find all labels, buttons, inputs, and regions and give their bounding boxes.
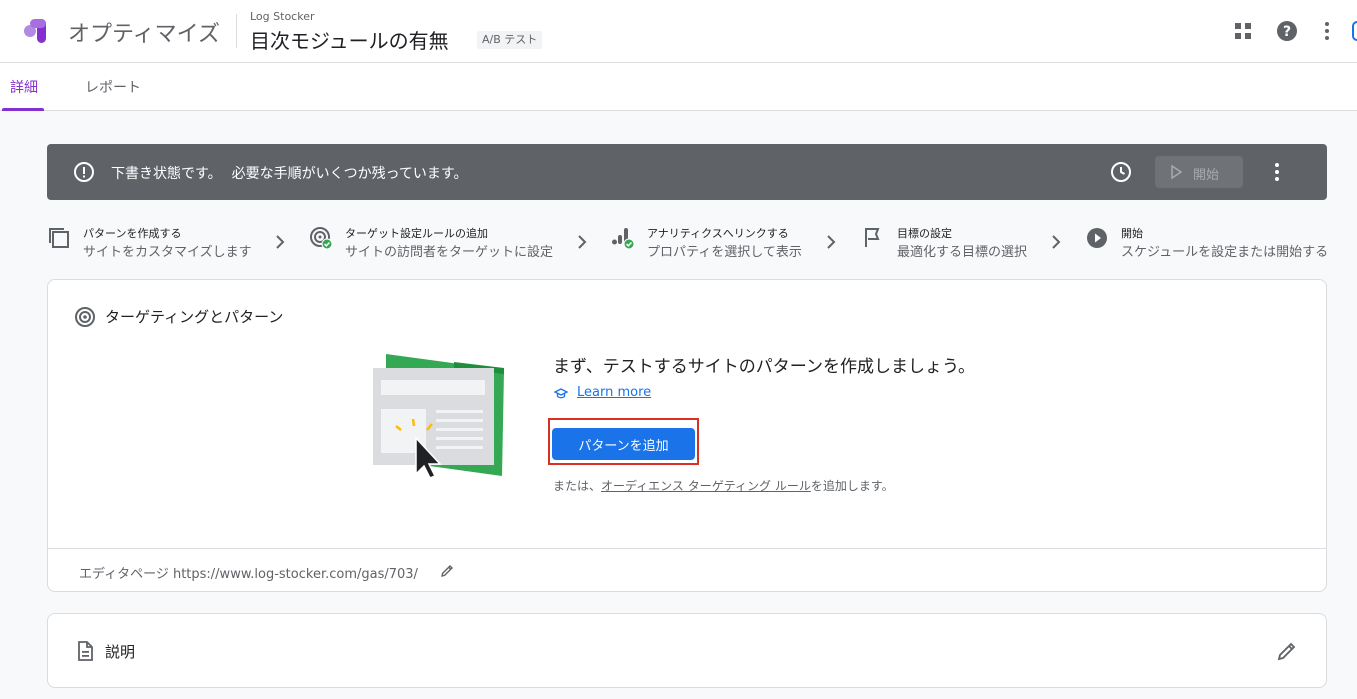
app-header: オプティマイズ Log Stocker 目次モジュールの有無 A/B テスト ?: [0, 0, 1357, 63]
account-avatar[interactable]: [1352, 21, 1357, 41]
description-card: 説明: [47, 613, 1327, 688]
more-vert-icon[interactable]: [1316, 20, 1338, 42]
container-name: Log Stocker: [250, 10, 315, 23]
optimize-logo-icon[interactable]: [20, 15, 52, 47]
banner-text: 下書き状態です。 必要な手順がいくつか残っています。: [111, 163, 468, 183]
tab-details[interactable]: 詳細: [10, 77, 38, 97]
target-icon: [75, 307, 95, 327]
step-title: ターゲット設定ルールの追加: [345, 227, 488, 240]
apps-grid-icon[interactable]: [1232, 20, 1254, 42]
targeting-variants-card: ターゲティングとパターン まず、テストするサイトのパターンを作成しましょう。 L…: [47, 279, 1327, 592]
step-desc: プロパティを選択して表示: [647, 245, 802, 260]
add-targeting-rule-hint: または、オーディエンス ターゲティング ルールを追加します。: [553, 477, 894, 494]
target-check-icon: [310, 227, 333, 250]
step-desc: サイトの訪問者をターゲットに設定: [345, 245, 554, 260]
create-variant-heading: まず、テストするサイトのパターンを作成しましょう。: [553, 357, 975, 377]
banner-message: 必要な手順がいくつか残っています。: [231, 166, 468, 182]
pencil-icon[interactable]: [1276, 640, 1298, 662]
flag-icon: [865, 228, 880, 247]
audience-targeting-rule-link[interactable]: オーディエンス ターゲティング ルール: [601, 479, 811, 493]
analytics-check-icon: [612, 228, 635, 250]
editor-page-url: エディタページ https://www.log-stocker.com/gas/…: [79, 567, 418, 582]
product-name[interactable]: オプティマイズ: [68, 16, 220, 48]
step-desc: サイトをカスタマイズします: [83, 245, 252, 260]
alt-suffix: を追加します。: [810, 479, 894, 493]
alert-circle-icon: [74, 162, 94, 182]
chevron-right-icon: [276, 235, 285, 249]
learn-more-link[interactable]: Learn more: [577, 385, 651, 400]
setup-stepper: パターンを作成する サイトをカスタマイズします ターゲット設定ルールの追加 サイ…: [47, 220, 1337, 264]
chevron-right-icon: [1052, 235, 1061, 249]
tab-bar: 詳細 レポート: [0, 63, 1357, 111]
document-icon: [78, 641, 93, 661]
add-variant-button[interactable]: パターンを追加: [552, 428, 695, 460]
step-title: パターンを作成する: [83, 227, 182, 240]
schedule-clock-icon[interactable]: [1109, 160, 1133, 184]
banner-status: 下書き状態です。: [111, 166, 222, 182]
header-divider: [236, 14, 237, 48]
tab-report[interactable]: レポート: [85, 77, 141, 97]
svg-text:?: ?: [1283, 24, 1291, 40]
description-title: 説明: [105, 643, 136, 661]
play-circle-icon: [1087, 228, 1107, 248]
alt-prefix: または、: [553, 479, 602, 493]
experiment-title: 目次モジュールの有無: [250, 29, 449, 53]
chevron-right-icon: [578, 235, 587, 249]
experiment-type-badge: A/B テスト: [477, 31, 543, 49]
draft-status-banner: 下書き状態です。 必要な手順がいくつか残っています。 開始: [47, 144, 1327, 200]
banner-more-vert-icon[interactable]: [1265, 160, 1289, 184]
step-desc: スケジュールを設定または開始する: [1121, 245, 1329, 260]
help-icon[interactable]: ?: [1276, 20, 1298, 42]
step-desc: 最適化する目標の選択: [897, 245, 1028, 260]
step-title: 目標の設定: [897, 227, 952, 240]
card-divider: [48, 548, 1326, 549]
school-cap-icon: [554, 388, 568, 399]
chevron-right-icon: [827, 235, 836, 249]
copy-variant-icon: [49, 228, 69, 248]
pencil-icon[interactable]: [439, 563, 455, 579]
step-title: 開始: [1121, 227, 1143, 240]
card-title: ターゲティングとパターン: [105, 308, 284, 326]
variant-illustration: [373, 354, 504, 479]
play-icon: [1171, 165, 1183, 179]
start-button[interactable]: 開始: [1155, 156, 1243, 188]
active-tab-indicator: [2, 108, 44, 111]
step-title: アナリティクスへリンクする: [647, 227, 789, 240]
start-button-label: 開始: [1193, 168, 1220, 183]
